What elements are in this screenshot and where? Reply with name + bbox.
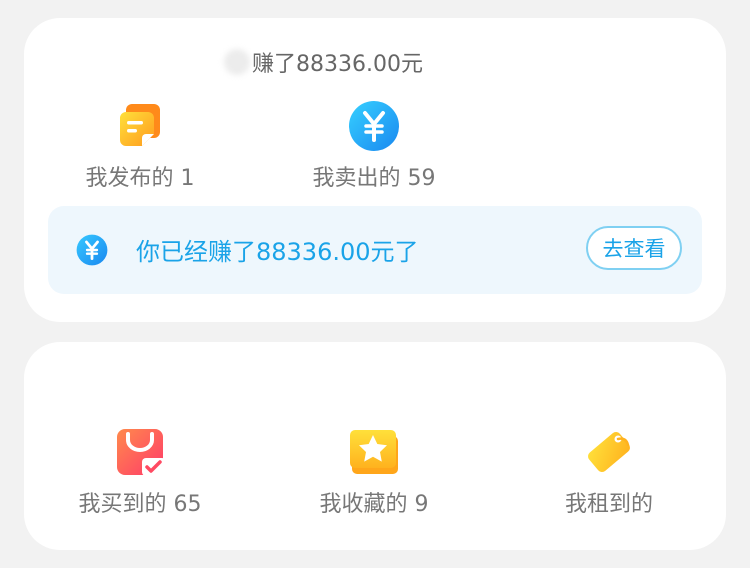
yen-coin-icon: [348, 100, 400, 152]
stat-published-count: 1: [180, 166, 195, 191]
stat-bought-count: 65: [173, 492, 202, 517]
star-icon: [348, 426, 400, 478]
earned-summary: 赚了88336.00元: [224, 46, 423, 78]
stat-published[interactable]: 我发布的 1: [40, 100, 240, 192]
stat-sold-count: 59: [407, 166, 436, 191]
stat-rented-label: 我租到的: [564, 492, 653, 517]
tag-icon: [583, 426, 635, 478]
stat-rented[interactable]: 我租到的: [509, 426, 709, 518]
view-earnings-button[interactable]: 去查看: [586, 226, 682, 270]
my-activity-card: 赚了88336.00元 我发布的 1 我卖出的 59 你已经赚了88336.00…: [24, 18, 726, 322]
stat-published-label: 我发布的: [85, 166, 174, 191]
shopping-bag-icon: [114, 426, 166, 478]
my-collection-card: 我买到的 65 我收藏的 9 我租到的: [24, 342, 726, 550]
stat-sold[interactable]: 我卖出的 59: [274, 100, 474, 192]
earnings-banner[interactable]: 你已经赚了88336.00元了 去查看: [48, 206, 702, 294]
stat-favorites[interactable]: 我收藏的 9: [274, 426, 474, 518]
stat-favorites-count: 9: [414, 492, 429, 517]
note-icon: [114, 100, 166, 152]
stat-favorites-label: 我收藏的: [319, 492, 408, 517]
yen-coin-icon: [76, 234, 108, 266]
stat-sold-label: 我卖出的: [312, 166, 401, 191]
avatar: [224, 49, 250, 75]
stat-bought-label: 我买到的: [78, 492, 167, 517]
earned-summary-text: 赚了88336.00元: [252, 52, 423, 77]
earnings-message: 你已经赚了88336.00元了: [136, 238, 419, 266]
stat-bought[interactable]: 我买到的 65: [40, 426, 240, 518]
